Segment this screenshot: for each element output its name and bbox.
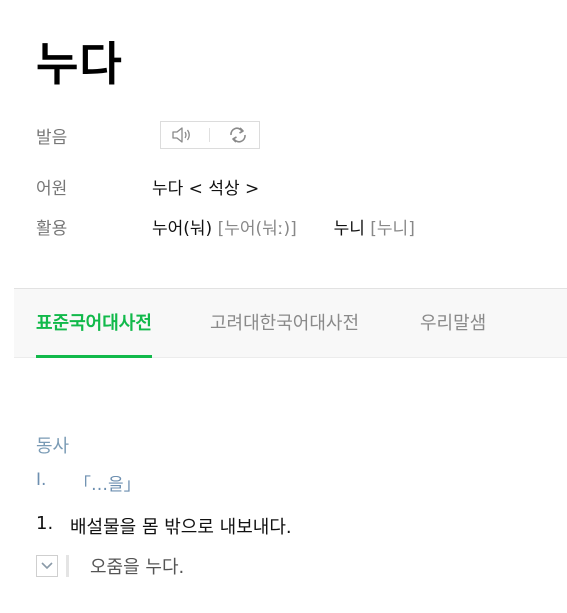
origin-row: 어원 누다 < 석상 >	[36, 174, 260, 199]
speaker-icon	[172, 127, 191, 143]
sense-number: 1.	[36, 513, 54, 534]
conjugation-forms: 누어(눠) [누어(눠ː)] 누니 [누니]	[152, 214, 415, 239]
tab-korea-university-dictionary[interactable]: 고려대한국어대사전	[210, 289, 359, 357]
play-pronunciation-button[interactable]	[167, 124, 197, 146]
conjugation-form: 누어(눠)	[152, 218, 213, 239]
example-row: 오줌을 누다.	[36, 553, 184, 579]
dictionary-tabs: 표준국어대사전 고려대한국어대사전 우리말샘	[14, 288, 567, 358]
example-divider	[66, 555, 69, 577]
conjugation-pronunciation: [누니]	[370, 218, 415, 239]
repeat-pronunciation-button[interactable]	[223, 124, 253, 146]
sense-text: 배설물을 몸 밖으로 내보내다.	[70, 517, 292, 538]
tab-urimalsaem[interactable]: 우리말샘	[420, 289, 486, 357]
conjugation-row: 활용 누어(눠) [누어(눠ː)] 누니 [누니]	[36, 214, 415, 239]
part-of-speech: 동사	[36, 436, 70, 457]
origin-label: 어원	[36, 178, 68, 199]
origin-value: 누다 < 석상 >	[152, 178, 260, 199]
conjugation-form: 누니	[333, 218, 365, 239]
pronunciation-row: 발음	[36, 119, 260, 151]
pattern-text: 「…을」	[74, 475, 141, 495]
conjugation-label: 활용	[36, 218, 68, 239]
pronunciation-label: 발음	[36, 127, 68, 148]
pronunciation-controls	[160, 121, 260, 149]
example-text: 오줌을 누다.	[90, 557, 185, 578]
example-toggle-button[interactable]	[36, 555, 58, 577]
conjugation-pronunciation: [누어(눠ː)]	[217, 218, 297, 239]
repeat-icon	[230, 127, 246, 143]
pattern-number: I.	[36, 470, 47, 490]
tab-standard-dictionary[interactable]: 표준국어대사전	[36, 289, 152, 358]
headword: 누다	[36, 37, 123, 91]
definition-sense: 1. 배설물을 몸 밖으로 내보내다.	[36, 513, 292, 539]
pronunciation-divider	[209, 128, 211, 142]
chevron-down-icon	[41, 562, 53, 570]
sentence-pattern: I. 「…을」	[36, 470, 141, 495]
